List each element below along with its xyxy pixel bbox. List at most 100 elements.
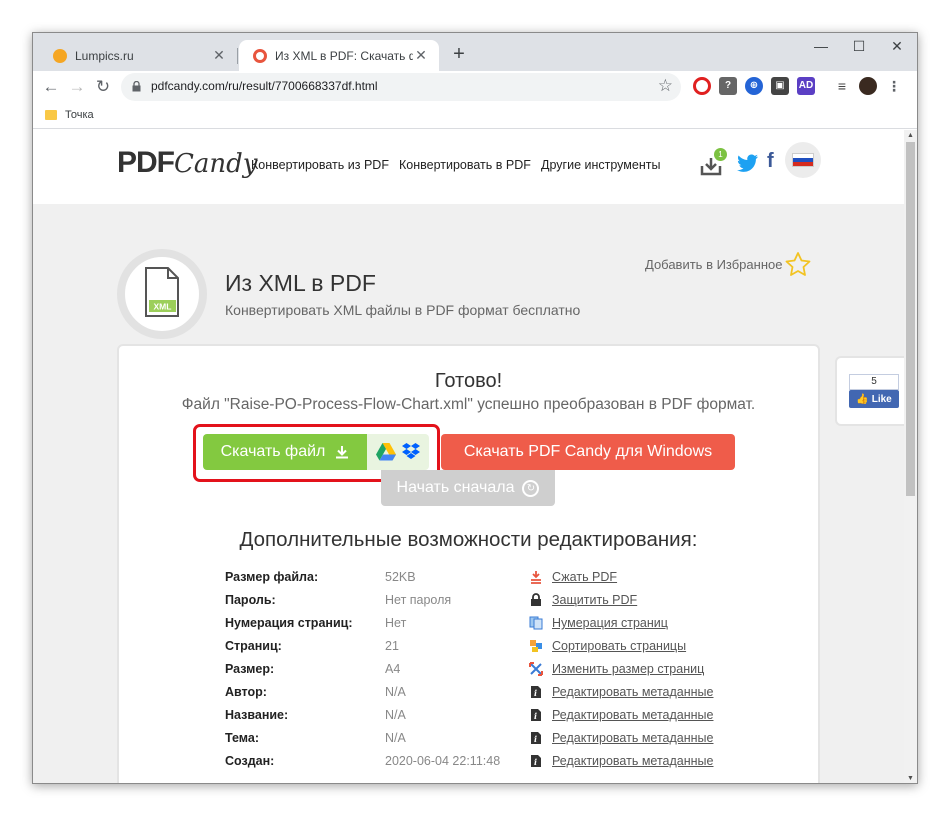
tab-title: Из XML в PDF: Скачать файл(ы): [275, 48, 413, 63]
action-link[interactable]: Редактировать метаданные: [552, 754, 713, 768]
property-row: Автор: N/A i Редактировать метаданные: [225, 685, 745, 708]
property-action[interactable]: Изменить размер страниц: [529, 662, 704, 676]
action-link[interactable]: Сортировать страницы: [552, 639, 686, 653]
property-action[interactable]: i Редактировать метаданные: [529, 754, 713, 768]
nav-other-tools[interactable]: Другие инструменты: [541, 158, 660, 172]
nav-convert-from-pdf[interactable]: Конвертировать из PDF: [251, 158, 389, 172]
action-link[interactable]: Нумерация страниц: [552, 616, 668, 630]
tab-pdfcandy[interactable]: Из XML в PDF: Скачать файл(ы) ✕: [239, 40, 439, 71]
action-link[interactable]: Изменить размер страниц: [552, 662, 704, 676]
facebook-like-button[interactable]: 👍 Like: [849, 390, 899, 408]
property-value: N/A: [385, 708, 406, 722]
twitter-icon[interactable]: [737, 154, 759, 177]
avatar[interactable]: [859, 77, 877, 95]
box-extension-icon[interactable]: ▣: [771, 77, 789, 95]
reload-button[interactable]: ↻: [91, 75, 115, 99]
action-link[interactable]: Редактировать метаданные: [552, 731, 713, 745]
close-tab-icon[interactable]: ✕: [413, 47, 429, 64]
address-bar[interactable]: pdfcandy.com/ru/result/7700668337df.html…: [121, 73, 681, 101]
info-doc-icon: i: [531, 709, 541, 721]
property-key: Название:: [225, 708, 289, 722]
minimize-button[interactable]: —: [803, 33, 839, 61]
tab-lumpics[interactable]: Lumpics.ru ✕: [39, 40, 238, 71]
close-window-button[interactable]: ✕: [879, 33, 915, 61]
add-to-favorites-link[interactable]: Добавить в Избранное: [645, 252, 811, 276]
browser-window: Lumpics.ru ✕ Из XML в PDF: Скачать файл(…: [32, 32, 918, 784]
property-row: Страниц: 21 Сортировать страницы: [225, 639, 745, 662]
property-action[interactable]: Сжать PDF: [529, 570, 617, 584]
page-title: Из XML в PDF: [225, 270, 376, 296]
russian-flag-icon[interactable]: [785, 142, 821, 178]
info-doc-icon: i: [531, 755, 541, 767]
xml-label: XML: [154, 302, 172, 312]
property-action[interactable]: Сортировать страницы: [529, 639, 686, 653]
property-action[interactable]: Защитить PDF: [529, 593, 637, 607]
bookmark-star-icon[interactable]: ☆: [658, 76, 673, 96]
refresh-icon: ↻: [522, 479, 540, 497]
scroll-up-arrow-icon[interactable]: ▲: [904, 130, 917, 142]
conversion-message: Файл "Raise-PO-Process-Flow-Chart.xml" у…: [181, 396, 756, 413]
svg-text:i: i: [534, 734, 537, 744]
property-key: Пароль:: [225, 593, 276, 607]
like-count: 5: [849, 374, 899, 390]
globe-extension-icon[interactable]: ⊕: [745, 77, 763, 95]
maximize-button[interactable]: ☐: [841, 33, 877, 61]
scroll-down-arrow-icon[interactable]: ▼: [904, 773, 917, 783]
menu-dots-icon[interactable]: ⋮: [885, 77, 903, 95]
compress-icon: [531, 571, 541, 584]
bookmarks-bar: Точка: [33, 103, 917, 129]
scrollbar-thumb[interactable]: [906, 142, 915, 496]
page-scrollbar[interactable]: ▲ ▼: [904, 130, 917, 783]
pdfcandy-logo[interactable]: PDFCandy: [117, 146, 257, 180]
svg-text:i: i: [534, 757, 537, 767]
property-key: Автор:: [225, 685, 267, 699]
property-row: Нумерация страниц: Нет Нумерация страниц: [225, 616, 745, 639]
folder-icon: [45, 110, 57, 120]
property-key: Размер файла:: [225, 570, 319, 584]
property-row: Название: N/A i Редактировать метаданные: [225, 708, 745, 731]
new-tab-button[interactable]: +: [447, 43, 471, 66]
page-subtitle: Конвертировать XML файлы в PDF формат бе…: [225, 302, 581, 318]
ad-extension-icon[interactable]: AD: [797, 77, 815, 95]
property-key: Создан:: [225, 754, 275, 768]
facebook-icon[interactable]: f: [767, 150, 774, 173]
property-value: 21: [385, 639, 399, 653]
property-key: Размер:: [225, 662, 275, 676]
bookmark-label: Точка: [65, 109, 94, 121]
close-tab-icon[interactable]: ✕: [211, 47, 227, 64]
property-value: A4: [385, 662, 401, 676]
action-link[interactable]: Редактировать метаданные: [552, 685, 713, 699]
resize-icon: [529, 662, 543, 676]
tab-strip: Lumpics.ru ✕ Из XML в PDF: Скачать файл(…: [33, 33, 917, 71]
property-action[interactable]: i Редактировать метаданные: [529, 708, 713, 722]
playlist-icon[interactable]: ≡: [833, 77, 851, 95]
nav-convert-to-pdf[interactable]: Конвертировать в PDF: [399, 158, 531, 172]
start-over-button[interactable]: Начать сначала ↻: [381, 470, 555, 506]
url-text: pdfcandy.com/ru/result/7700668337df.html: [151, 79, 378, 93]
forward-button[interactable]: →: [65, 75, 89, 99]
property-action[interactable]: Нумерация страниц: [529, 616, 668, 630]
action-link[interactable]: Защитить PDF: [552, 593, 637, 607]
property-row: Тема: N/A i Редактировать метаданные: [225, 731, 745, 754]
info-doc-icon: i: [531, 732, 541, 744]
action-link[interactable]: Сжать PDF: [552, 570, 617, 584]
property-key: Страниц:: [225, 639, 282, 653]
thumbs-up-icon: 👍: [856, 393, 869, 405]
property-action[interactable]: i Редактировать метаданные: [529, 685, 713, 699]
action-link[interactable]: Редактировать метаданные: [552, 708, 713, 722]
favorite-star-icon: [786, 252, 811, 276]
bookmark-item[interactable]: Точка: [45, 109, 94, 121]
logo-pdf: PDF: [117, 146, 175, 179]
property-action[interactable]: i Редактировать метаданные: [529, 731, 713, 745]
download-app-icon[interactable]: 1: [699, 148, 727, 182]
tab-title: Lumpics.ru: [75, 48, 134, 63]
back-button[interactable]: ←: [39, 75, 63, 99]
property-key: Тема:: [225, 731, 259, 745]
help-extension-icon[interactable]: ?: [719, 77, 737, 95]
opera-extension-icon[interactable]: [693, 77, 711, 95]
property-value: N/A: [385, 685, 406, 699]
download-windows-app-button[interactable]: Скачать PDF Candy для Windows: [441, 434, 735, 470]
xml-file-icon: XML: [145, 267, 179, 317]
property-key: Нумерация страниц:: [225, 616, 353, 630]
download-badge: 1: [714, 148, 727, 161]
